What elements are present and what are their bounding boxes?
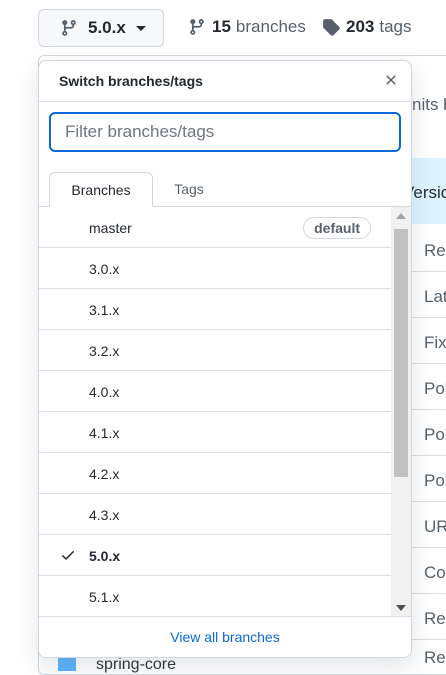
branch-item[interactable]: 4.0.x: [39, 371, 391, 412]
scroll-down-arrow-icon[interactable]: [396, 605, 406, 611]
branch-item[interactable]: 4.1.x: [39, 412, 391, 453]
commit-message-fragment: nits b: [412, 95, 446, 114]
branch-name: 5.0.x: [89, 548, 121, 564]
row-fragment: Rer: [424, 609, 446, 628]
tab-tags[interactable]: Tags: [163, 172, 215, 206]
dropdown-title: Switch branches/tags: [59, 73, 203, 89]
branch-tag-tabs: Branches Tags: [39, 172, 411, 207]
check-icon: [62, 551, 74, 560]
list-scrollbar[interactable]: [391, 207, 411, 617]
branch-item[interactable]: 5.1.x: [39, 576, 391, 617]
file-row-spring-core[interactable]: spring-core: [58, 656, 176, 674]
tags-count: 203: [346, 17, 375, 36]
row-fragment: Pol: [424, 425, 446, 444]
branch-list: master default 3.0.x 3.1.x 3.2.x 4.0.x 4…: [39, 207, 391, 617]
dropdown-footer: View all branches: [39, 616, 411, 657]
branch-name: 4.3.x: [89, 507, 120, 523]
branch-switcher-dropdown: Switch branches/tags Branches Tags maste…: [38, 60, 412, 658]
branches-count: 15: [212, 17, 231, 36]
branch-item[interactable]: 3.2.x: [39, 330, 391, 371]
tab-branches[interactable]: Branches: [49, 172, 153, 207]
row-divider: [412, 409, 446, 410]
row-divider: [412, 593, 446, 594]
branch-item[interactable]: 4.3.x: [39, 494, 391, 535]
row-divider: [412, 271, 446, 272]
branch-name: 3.0.x: [89, 261, 120, 277]
default-badge: default: [303, 217, 371, 239]
row-fragment: Rer: [424, 241, 446, 260]
row-fragment: Pol: [424, 471, 446, 490]
row-divider: [412, 455, 446, 456]
row-fragment: Co: [424, 563, 446, 582]
row-divider: [412, 317, 446, 318]
dropdown-header: Switch branches/tags: [39, 61, 411, 102]
row-divider: [412, 363, 446, 364]
current-branch-label: 5.0.x: [88, 18, 126, 37]
branches-label: branches: [235, 17, 306, 36]
row-divider: [412, 547, 446, 548]
scrollbar-thumb[interactable]: [394, 229, 408, 477]
branches-link[interactable]: 15 branches: [188, 17, 306, 37]
branch-name: 3.2.x: [89, 343, 120, 359]
branch-name: 4.2.x: [89, 466, 120, 482]
close-icon[interactable]: [383, 72, 399, 88]
scroll-up-arrow-icon[interactable]: [396, 213, 406, 219]
row-fragment: Re: [424, 648, 446, 667]
view-all-branches-link[interactable]: View all branches: [170, 629, 279, 645]
tags-label: tags: [379, 17, 412, 36]
chevron-down-icon: [135, 25, 146, 31]
branch-item[interactable]: 3.1.x: [39, 289, 391, 330]
row-fragment: Pol: [424, 379, 446, 398]
filter-branches-input[interactable]: [49, 112, 401, 152]
branch-name: master: [89, 220, 132, 236]
branch-name: 3.1.x: [89, 302, 120, 318]
branch-item[interactable]: 3.0.x: [39, 248, 391, 289]
branch-item[interactable]: 4.2.x: [39, 453, 391, 494]
row-fragment: UR: [424, 517, 446, 536]
branch-name: 4.0.x: [89, 384, 120, 400]
tag-icon: [323, 19, 340, 36]
tags-link[interactable]: 203 tags: [322, 17, 412, 37]
row-fragment: Fix: [424, 333, 446, 352]
row-divider: [412, 501, 446, 502]
branch-name: 4.1.x: [89, 425, 120, 441]
folder-icon: [58, 657, 76, 671]
branch-name: 5.1.x: [89, 589, 120, 605]
git-branch-icon: [190, 19, 204, 35]
branch-item-master[interactable]: master default: [39, 207, 391, 248]
branch-item-selected[interactable]: 5.0.x: [39, 535, 391, 576]
row-fragment: Lat: [424, 287, 446, 306]
row-divider: [412, 639, 446, 640]
git-branch-icon: [62, 20, 76, 36]
branch-select-button[interactable]: 5.0.x: [38, 9, 164, 47]
